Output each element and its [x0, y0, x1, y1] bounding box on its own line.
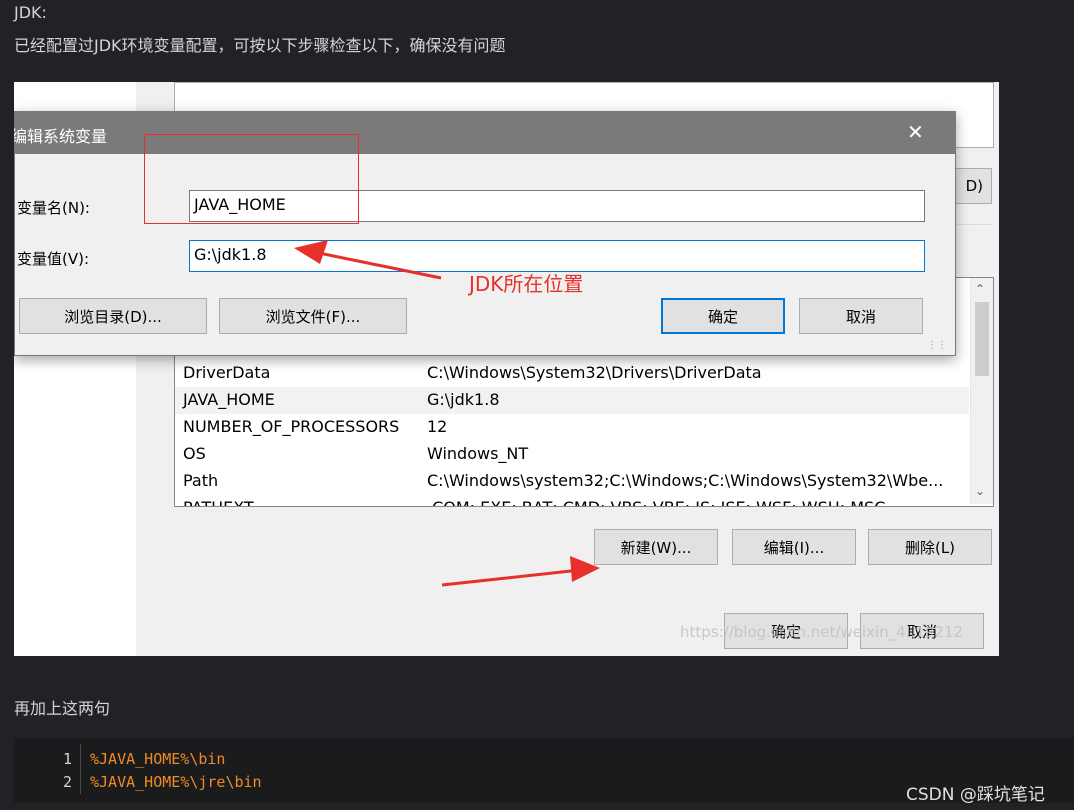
screenshot-image: D) DriverData C:\Windows\System32\Drivers…	[14, 82, 999, 656]
line-number: 1	[62, 750, 72, 768]
follow-up-paragraph: 再加上这两句	[14, 699, 111, 718]
code-line: %JAVA_HOME%\jre\bin	[90, 773, 262, 791]
intro-paragraph: 已经配置过JDK环境变量配置，可按以下步骤检查以下，确保没有问题	[14, 36, 506, 55]
csdn-watermark: CSDN @踩坑笔记	[906, 785, 1045, 805]
arrow-to-value	[294, 240, 442, 280]
line-number: 2	[62, 773, 72, 791]
gutter-divider	[80, 744, 81, 794]
arrow-to-new-button	[441, 556, 600, 587]
section-heading: JDK:	[14, 3, 47, 22]
annotation-arrows	[294, 240, 600, 587]
code-line: %JAVA_HOME%\bin	[90, 750, 226, 768]
annotation-label: JDK所在位置	[469, 272, 584, 296]
